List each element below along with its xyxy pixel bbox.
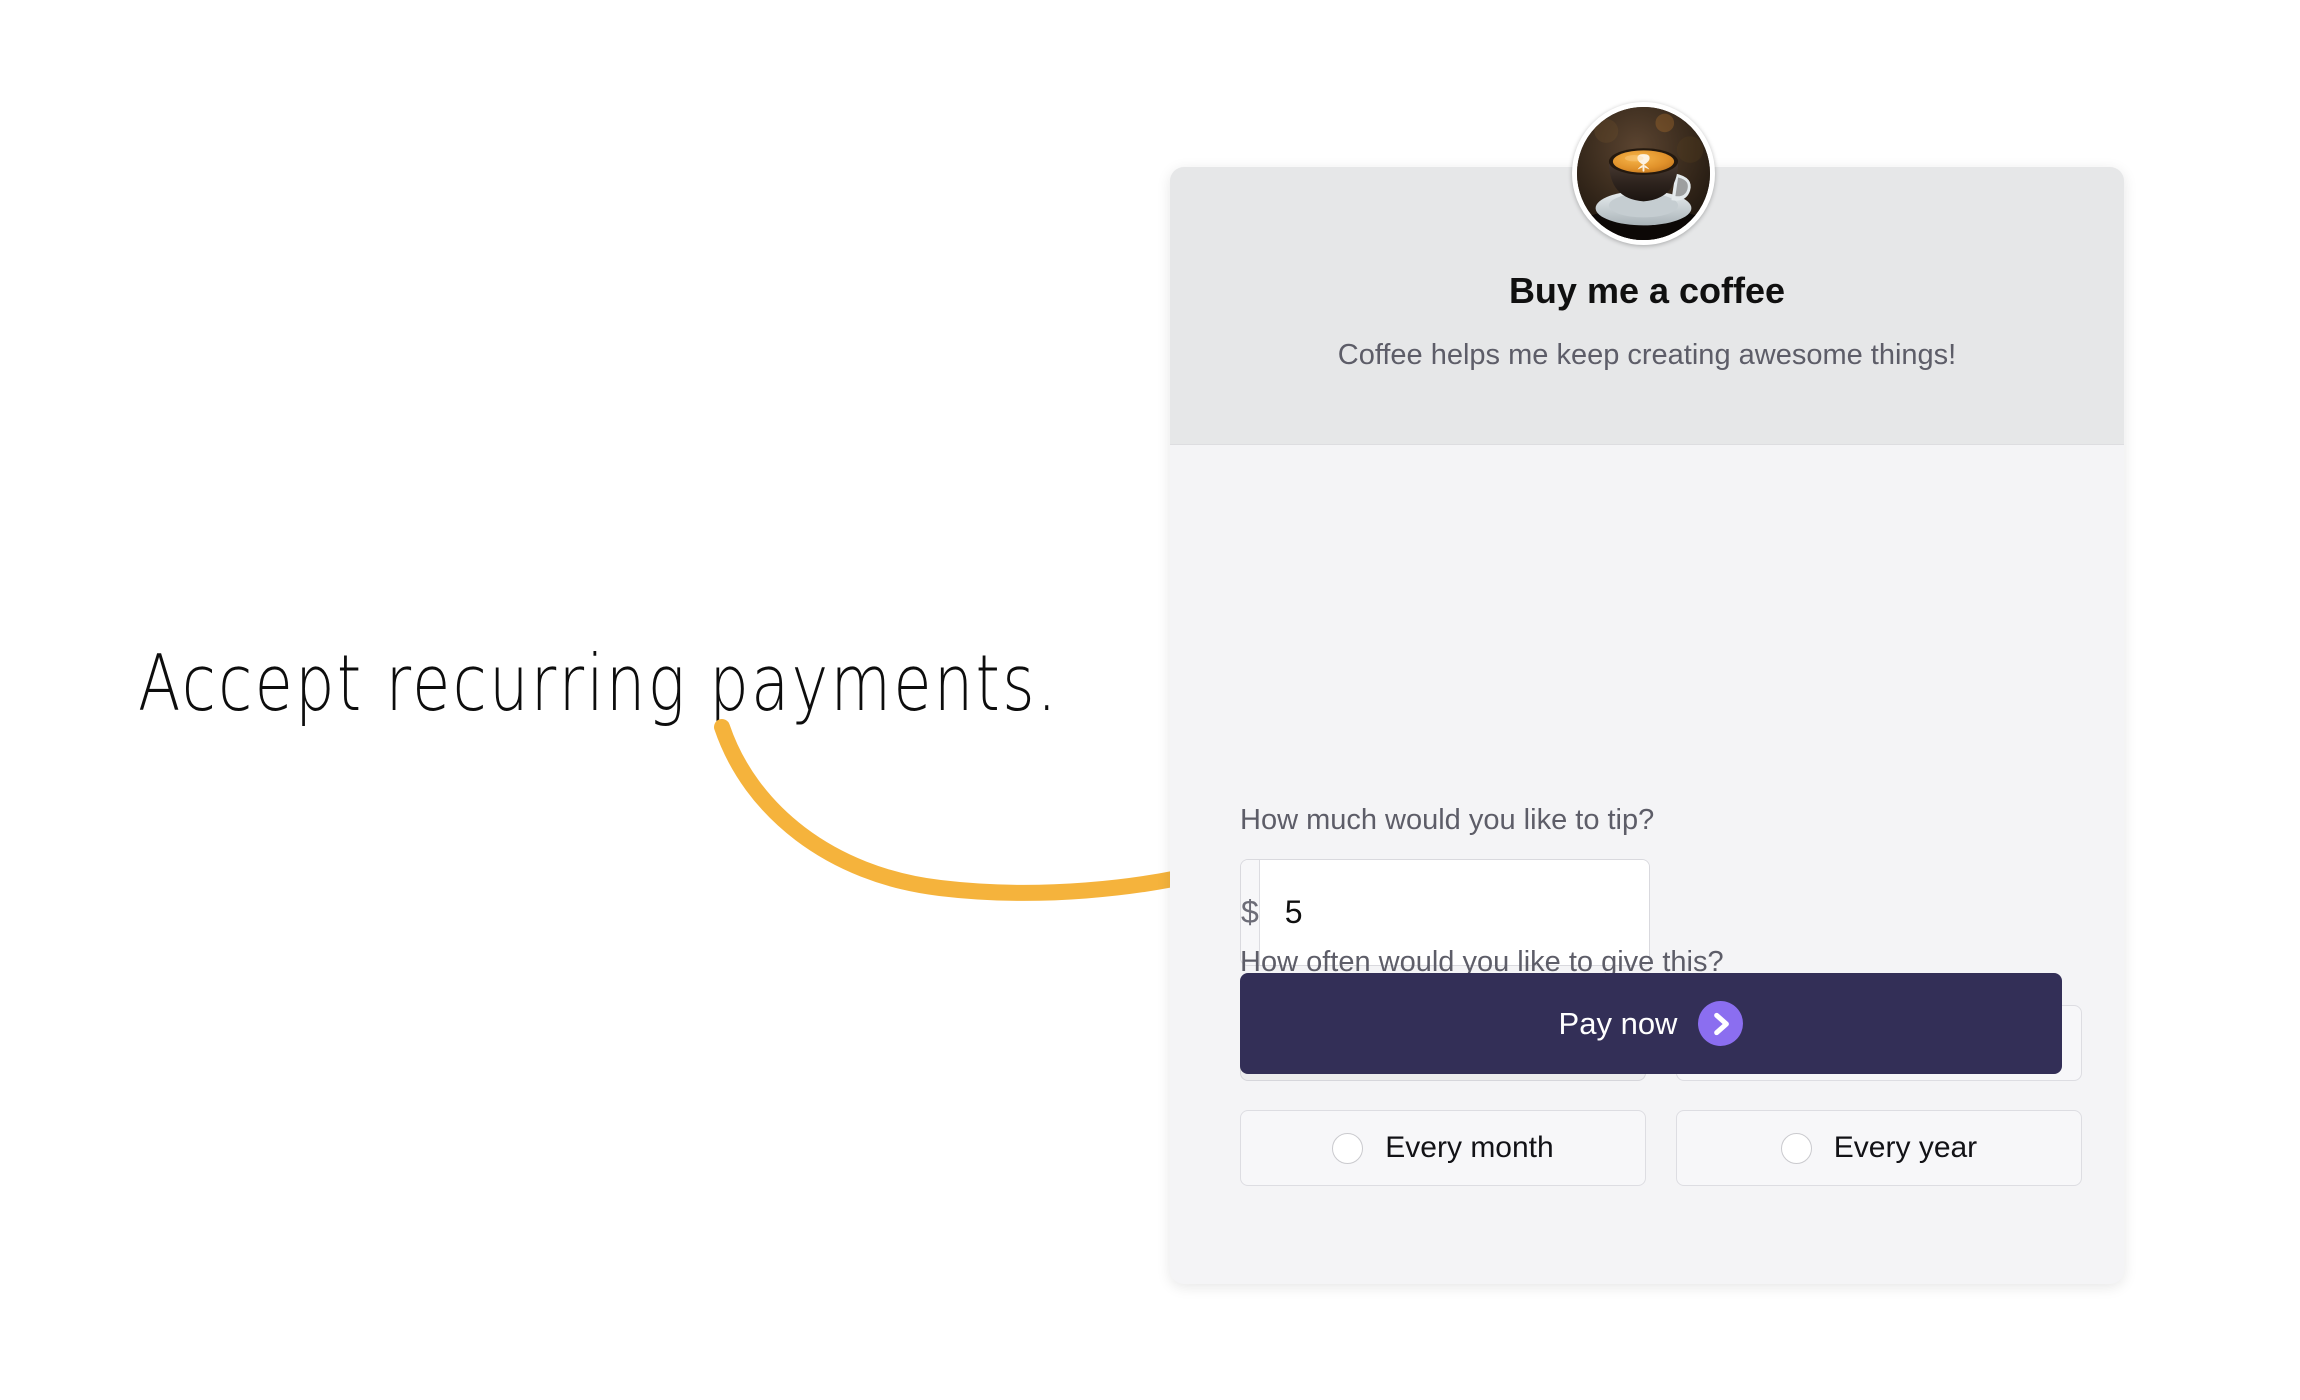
frequency-option-every-month[interactable]: Every month (1240, 1110, 1646, 1186)
radio-icon (1780, 1132, 1812, 1164)
paypal-chevron-icon (1698, 1001, 1744, 1046)
screenshot-root: Accept recurring payments. Buy me a coff… (0, 0, 2300, 1400)
frequency-option-label: Every year (1833, 1131, 1978, 1164)
radio-icon (1332, 1132, 1364, 1164)
page-title: Buy me a coffee (1508, 270, 1786, 311)
card-subtitle: Coffee helps me keep creating awesome th… (1337, 339, 1957, 371)
frequency-option-every-year[interactable]: Every year (1676, 1110, 2082, 1186)
pay-now-button[interactable]: Pay now (1240, 973, 2062, 1074)
tip-amount-label: How much would you like to tip? (1240, 804, 1655, 836)
annotation-caption: Accept recurring payments. (138, 638, 1059, 729)
coffee-cup-avatar-icon (1577, 107, 1710, 240)
pay-now-label: Pay now (1558, 1005, 1678, 1041)
donation-card: Buy me a coffee Coffee helps me keep cre… (1170, 167, 2124, 1284)
avatar (1572, 102, 1715, 245)
frequency-option-label: Every month (1385, 1131, 1554, 1164)
